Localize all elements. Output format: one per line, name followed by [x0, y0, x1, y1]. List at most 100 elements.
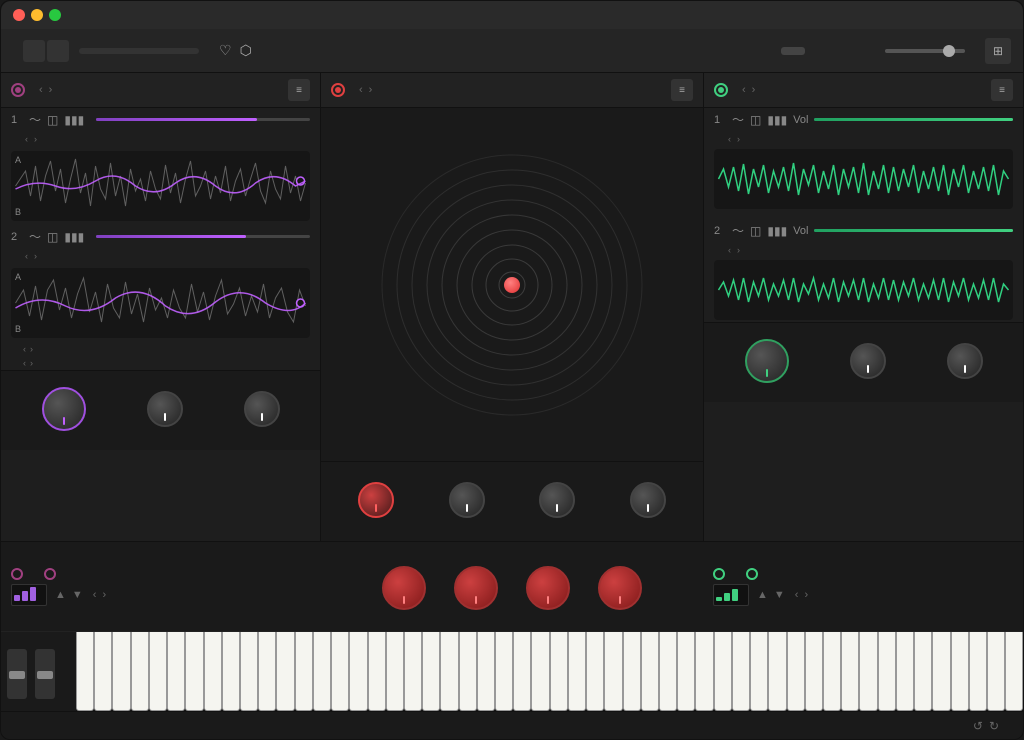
white-key[interactable]	[149, 632, 167, 711]
white-key[interactable]	[1005, 632, 1023, 711]
osc-b2-volume-bar[interactable]	[814, 229, 1013, 232]
osc-b2-nav-prev[interactable]: ‹	[728, 245, 731, 255]
white-key[interactable]	[714, 632, 732, 711]
layer-b-power-button[interactable]	[714, 83, 728, 97]
white-key[interactable]	[878, 632, 896, 711]
animate-knob[interactable]	[526, 566, 570, 610]
layer-a-preset-next[interactable]: ›	[100, 589, 108, 601]
librarian-tab[interactable]	[833, 47, 857, 55]
white-key[interactable]	[805, 632, 823, 711]
layer-a-motion-power[interactable]	[44, 568, 56, 580]
close-button[interactable]	[13, 9, 25, 21]
white-key[interactable]	[258, 632, 276, 711]
white-key[interactable]	[732, 632, 750, 711]
save-icon[interactable]: ⬡	[240, 42, 252, 59]
white-key[interactable]	[440, 632, 458, 711]
white-key[interactable]	[112, 632, 130, 711]
white-key[interactable]	[386, 632, 404, 711]
osc1-nav-next[interactable]: ›	[34, 134, 37, 144]
layer-b-envelope-knob[interactable]	[850, 343, 886, 379]
layer-b-arp-down[interactable]: ▼	[772, 589, 787, 601]
layer-a-preset-prev[interactable]: ‹	[91, 589, 99, 601]
piano-keyboard[interactable]: // Generate 52 white keys const keysCont…	[76, 632, 1023, 711]
undo-icon[interactable]: ↺	[973, 719, 983, 733]
white-key[interactable]	[204, 632, 222, 711]
balance-knob[interactable]	[382, 566, 426, 610]
patternize-knob[interactable]	[598, 566, 642, 610]
white-key[interactable]	[331, 632, 349, 711]
white-key[interactable]	[550, 632, 568, 711]
white-key[interactable]	[404, 632, 422, 711]
osc2-volume-bar[interactable]	[96, 235, 310, 238]
layer-a-cutoff-knob[interactable]	[42, 387, 86, 431]
spectra-knob[interactable]	[454, 566, 498, 610]
white-keys[interactable]: // Generate 52 white keys const keysCont…	[76, 632, 1023, 711]
white-key[interactable]	[240, 632, 258, 711]
layer-a-arp-up[interactable]: ▲	[53, 589, 68, 601]
osc-b1-layers-icon[interactable]: ◫	[750, 113, 761, 127]
osc2-nav-next[interactable]: ›	[34, 251, 37, 261]
white-key[interactable]	[586, 632, 604, 711]
white-key[interactable]	[623, 632, 641, 711]
layer-b-motion-power[interactable]	[746, 568, 758, 580]
white-key[interactable]	[987, 632, 1005, 711]
white-key[interactable]	[841, 632, 859, 711]
white-key[interactable]	[695, 632, 713, 711]
layer-b-preset-next[interactable]: ›	[802, 589, 810, 601]
white-key[interactable]	[823, 632, 841, 711]
osc-b1-menu-icon[interactable]: ▮▮▮	[767, 113, 787, 127]
white-key[interactable]	[185, 632, 203, 711]
white-key[interactable]	[568, 632, 586, 711]
osc1-nav-prev[interactable]: ‹	[25, 134, 28, 144]
preset-prev-button[interactable]	[23, 40, 45, 62]
white-key[interactable]	[932, 632, 950, 711]
layer-b-prev[interactable]: ‹	[740, 84, 748, 96]
heart-icon[interactable]: ♡	[219, 42, 232, 59]
layer-b-save[interactable]: ≡	[991, 79, 1013, 101]
white-key[interactable]	[951, 632, 969, 711]
kaoss-power-button[interactable]	[331, 83, 345, 97]
white-key[interactable]	[914, 632, 932, 711]
layer-a-power-button[interactable]	[11, 83, 25, 97]
osc2-menu-icon[interactable]: ▮▮▮	[64, 230, 84, 244]
osc1-menu-icon[interactable]: ▮▮▮	[64, 113, 84, 127]
layer-b-next[interactable]: ›	[750, 84, 758, 96]
white-key[interactable]	[896, 632, 914, 711]
white-key[interactable]	[276, 632, 294, 711]
osc2-wave-icon[interactable]: 〜	[29, 228, 41, 245]
white-key[interactable]	[313, 632, 331, 711]
white-key[interactable]	[167, 632, 185, 711]
osc2-nav-prev[interactable]: ‹	[25, 251, 28, 261]
osc1-wave-icon[interactable]: 〜	[29, 111, 41, 128]
osc3-nav-next[interactable]: ›	[30, 344, 33, 354]
white-key[interactable]	[768, 632, 786, 711]
layer-a-envelope-knob[interactable]	[147, 391, 183, 427]
kaoss-prev[interactable]: ‹	[357, 84, 365, 96]
hold-slider[interactable]	[885, 49, 965, 53]
layer-a-save[interactable]: ≡	[288, 79, 310, 101]
white-key[interactable]	[604, 632, 622, 711]
lag-time-knob[interactable]	[630, 482, 666, 518]
white-key[interactable]	[513, 632, 531, 711]
white-key[interactable]	[677, 632, 695, 711]
white-key[interactable]	[222, 632, 240, 711]
osc-b2-layers-icon[interactable]: ◫	[750, 224, 761, 238]
kaoss-next[interactable]: ›	[367, 84, 375, 96]
osc1-volume-bar[interactable]	[96, 118, 310, 121]
layer-b-cutoff-knob[interactable]	[745, 339, 789, 383]
osc-b1-nav-next[interactable]: ›	[737, 134, 740, 144]
osc4-nav-next[interactable]: ›	[30, 358, 33, 368]
osc-b2-nav-next[interactable]: ›	[737, 245, 740, 255]
white-key[interactable]	[750, 632, 768, 711]
white-key[interactable]	[477, 632, 495, 711]
friction-knob[interactable]	[449, 482, 485, 518]
white-key[interactable]	[969, 632, 987, 711]
pitch-slider[interactable]	[7, 649, 27, 699]
redo-icon[interactable]: ↻	[989, 719, 999, 733]
osc2-layers-icon[interactable]: ◫	[47, 230, 58, 244]
white-key[interactable]	[131, 632, 149, 711]
preset-next-button[interactable]	[47, 40, 69, 62]
layer-b-resonance-knob[interactable]	[947, 343, 983, 379]
fullscreen-button[interactable]	[49, 9, 61, 21]
play-tab[interactable]	[781, 47, 805, 55]
